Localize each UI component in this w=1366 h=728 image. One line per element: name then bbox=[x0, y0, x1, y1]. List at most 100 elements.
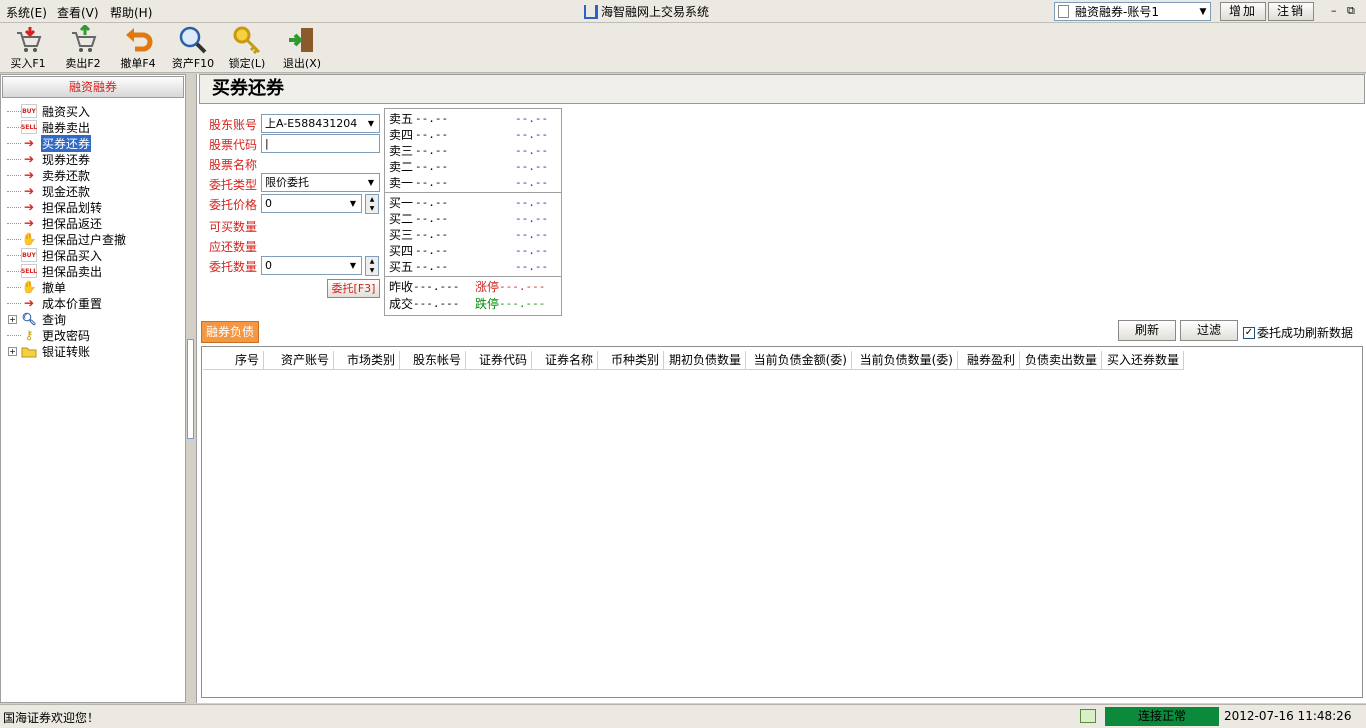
quote-row: 卖四 --.-- --.-- bbox=[389, 128, 549, 142]
prev-close-label: 昨收 bbox=[389, 280, 414, 294]
stock-code-input[interactable]: | bbox=[261, 134, 380, 153]
column-header[interactable]: 买入还券数量 bbox=[1102, 351, 1184, 370]
name-label: 股票名称 bbox=[209, 158, 258, 172]
chevron-down-icon[interactable]: ▼ bbox=[1196, 7, 1210, 17]
tree-item-return-stock[interactable]: ➔ 现券还券 bbox=[7, 151, 91, 167]
tree-item-collateral-sell[interactable]: SELL 担保品卖出 bbox=[7, 263, 103, 279]
assets-label: 资产F10 bbox=[171, 57, 215, 70]
sell-icon: SELL bbox=[21, 120, 37, 134]
account-dropdown[interactable]: 上A-E588431204 ▼ bbox=[261, 114, 380, 133]
arrow-icon: ➔ bbox=[23, 216, 35, 230]
account-label: 股东账号 bbox=[209, 118, 258, 132]
exit-button[interactable]: 退出(X) bbox=[277, 25, 327, 71]
tree-item-collateral-buy[interactable]: BUY 担保品买入 bbox=[7, 247, 103, 263]
quote-row: 买四 --.-- --.-- bbox=[389, 244, 549, 258]
sell-label: 卖出F2 bbox=[65, 57, 101, 70]
tree-item-cost-reset[interactable]: ➔ 成本价重置 bbox=[7, 295, 103, 311]
column-header[interactable]: 当前负债数量(委) bbox=[852, 351, 958, 370]
column-header[interactable]: 序号 bbox=[203, 351, 264, 370]
column-header[interactable]: 股东帐号 bbox=[400, 351, 466, 370]
lock-button[interactable]: 锁定(L) bbox=[222, 25, 272, 71]
menu-view[interactable]: 查看(V) bbox=[57, 4, 99, 21]
deal-value: ---.--- bbox=[413, 297, 460, 310]
chevron-down-icon[interactable]: ▼ bbox=[345, 257, 361, 274]
splitter-grip[interactable] bbox=[187, 339, 194, 439]
logout-button[interactable]: 注销 bbox=[1268, 2, 1314, 21]
filter-button[interactable]: 过滤 bbox=[1180, 320, 1238, 341]
cancel-order-button[interactable]: 撤单F4 bbox=[113, 25, 163, 71]
cart-sell-icon bbox=[68, 23, 98, 55]
add-button[interactable]: 增加 bbox=[1220, 2, 1266, 21]
column-header[interactable]: 负债卖出数量 bbox=[1020, 351, 1102, 370]
toolbar: 买入F1 卖出F2 撤单F4 资产F10 锁定(L) 退出(X) bbox=[0, 23, 1366, 73]
minimize-icon[interactable]: – bbox=[1331, 4, 1337, 17]
chevron-down-icon[interactable]: ▼ bbox=[363, 174, 379, 191]
quote-row: 卖三 --.-- --.-- bbox=[389, 144, 549, 158]
buy-label: 买入F1 bbox=[10, 57, 46, 70]
tree-item-cash-repay[interactable]: ➔ 现金还款 bbox=[7, 183, 91, 199]
sell-icon: SELL bbox=[21, 264, 37, 278]
menu-help[interactable]: 帮助(H) bbox=[110, 4, 152, 21]
tree-item-query[interactable]: + 🔍︎ 查询 bbox=[7, 311, 67, 327]
quote-row: 买五 --.-- --.-- bbox=[389, 260, 549, 274]
code-label: 股票代码 bbox=[209, 138, 258, 152]
chevron-down-icon[interactable]: ▼ bbox=[345, 195, 361, 212]
expand-icon[interactable]: + bbox=[8, 314, 17, 324]
auto-refresh-checkbox[interactable]: ✓ 委托成功刷新数据 bbox=[1243, 324, 1353, 341]
assets-button[interactable]: 资产F10 bbox=[168, 25, 218, 71]
chevron-down-icon[interactable]: ▼ bbox=[363, 115, 379, 132]
column-header[interactable]: 证券代码 bbox=[466, 351, 532, 370]
price-input[interactable]: 0 ▼ bbox=[261, 194, 362, 213]
debt-table[interactable]: 序号 资产账号 市场类别 股东帐号 证券代码 证券名称 币种类别 期初负债数量 … bbox=[201, 346, 1363, 698]
key-icon bbox=[232, 25, 262, 55]
panel-splitter[interactable] bbox=[186, 74, 195, 703]
restore-icon[interactable]: ⧉ bbox=[1347, 4, 1355, 18]
tree-item-collateral-transfer[interactable]: ➔ 担保品划转 bbox=[7, 199, 103, 215]
expand-icon[interactable]: + bbox=[8, 346, 17, 356]
arrow-icon: ➔ bbox=[23, 184, 35, 198]
tree-item-bank-transfer[interactable]: + 银证转账 bbox=[7, 343, 91, 359]
tree-item-collateral-return[interactable]: ➔ 担保品返还 bbox=[7, 215, 103, 231]
price-stepper[interactable]: ▲ ▼ bbox=[365, 194, 379, 214]
arrow-icon: ➔ bbox=[23, 296, 35, 310]
network-icon bbox=[1080, 709, 1096, 723]
exit-door-icon bbox=[287, 25, 317, 55]
column-header[interactable]: 市场类别 bbox=[334, 351, 400, 370]
refresh-button[interactable]: 刷新 bbox=[1118, 320, 1176, 341]
limit-down-value: ---.--- bbox=[499, 297, 546, 310]
limit-up-label: 涨停 bbox=[475, 280, 500, 294]
column-header[interactable]: 证券名称 bbox=[532, 351, 598, 370]
undo-icon bbox=[123, 25, 153, 55]
document-icon bbox=[1058, 5, 1069, 18]
menu-system[interactable]: 系统(E) bbox=[6, 4, 47, 21]
order-type-dropdown[interactable]: 限价委托 ▼ bbox=[261, 173, 380, 192]
tree-item-change-password[interactable]: ⚷ 更改密码 bbox=[7, 327, 91, 343]
column-header[interactable]: 融券盈利 bbox=[958, 351, 1020, 370]
column-header[interactable]: 资产账号 bbox=[264, 351, 334, 370]
exit-label: 退出(X) bbox=[282, 57, 322, 70]
submit-order-button[interactable]: 委托[F3] bbox=[327, 279, 380, 298]
tree-item-margin-buy[interactable]: BUY 融资买入 bbox=[7, 103, 91, 119]
tab-short-debt[interactable]: 融券负债 bbox=[201, 321, 259, 343]
quote-row: 买二 --.-- --.-- bbox=[389, 212, 549, 226]
cart-buy-icon bbox=[13, 25, 43, 55]
column-header[interactable]: 当前负债金额(委) bbox=[746, 351, 852, 370]
hand-icon: ✋ bbox=[21, 280, 37, 294]
checkmark-icon[interactable]: ✓ bbox=[1243, 326, 1255, 339]
column-header[interactable]: 期初负债数量 bbox=[664, 351, 746, 370]
quote-row: 卖二 --.-- --.-- bbox=[389, 160, 549, 174]
tree-item-collateral-cancel[interactable]: ✋ 担保品过户查撤 bbox=[7, 231, 127, 247]
tree-item-cancel-order[interactable]: ✋ 撤单 bbox=[7, 279, 67, 295]
tree-item-sell-repay[interactable]: ➔ 卖券还款 bbox=[7, 167, 91, 183]
column-header[interactable]: 币种类别 bbox=[598, 351, 664, 370]
left-panel-header[interactable]: 融资融券 bbox=[2, 76, 184, 98]
buy-icon: BUY bbox=[21, 104, 37, 118]
tree-item-buy-to-return[interactable]: ➔ 买券还券 bbox=[7, 134, 92, 152]
sell-button[interactable]: 卖出F2 bbox=[58, 23, 108, 71]
account-select-value: 融资融券-账号1 bbox=[1075, 5, 1159, 19]
buy-button[interactable]: 买入F1 bbox=[3, 25, 53, 71]
tree-item-short-sell[interactable]: SELL 融券卖出 bbox=[7, 119, 91, 135]
quantity-stepper[interactable]: ▲ ▼ bbox=[365, 256, 379, 276]
quantity-input[interactable]: 0 ▼ bbox=[261, 256, 362, 275]
account-select[interactable]: 融资融券-账号1 ▼ bbox=[1054, 2, 1211, 21]
